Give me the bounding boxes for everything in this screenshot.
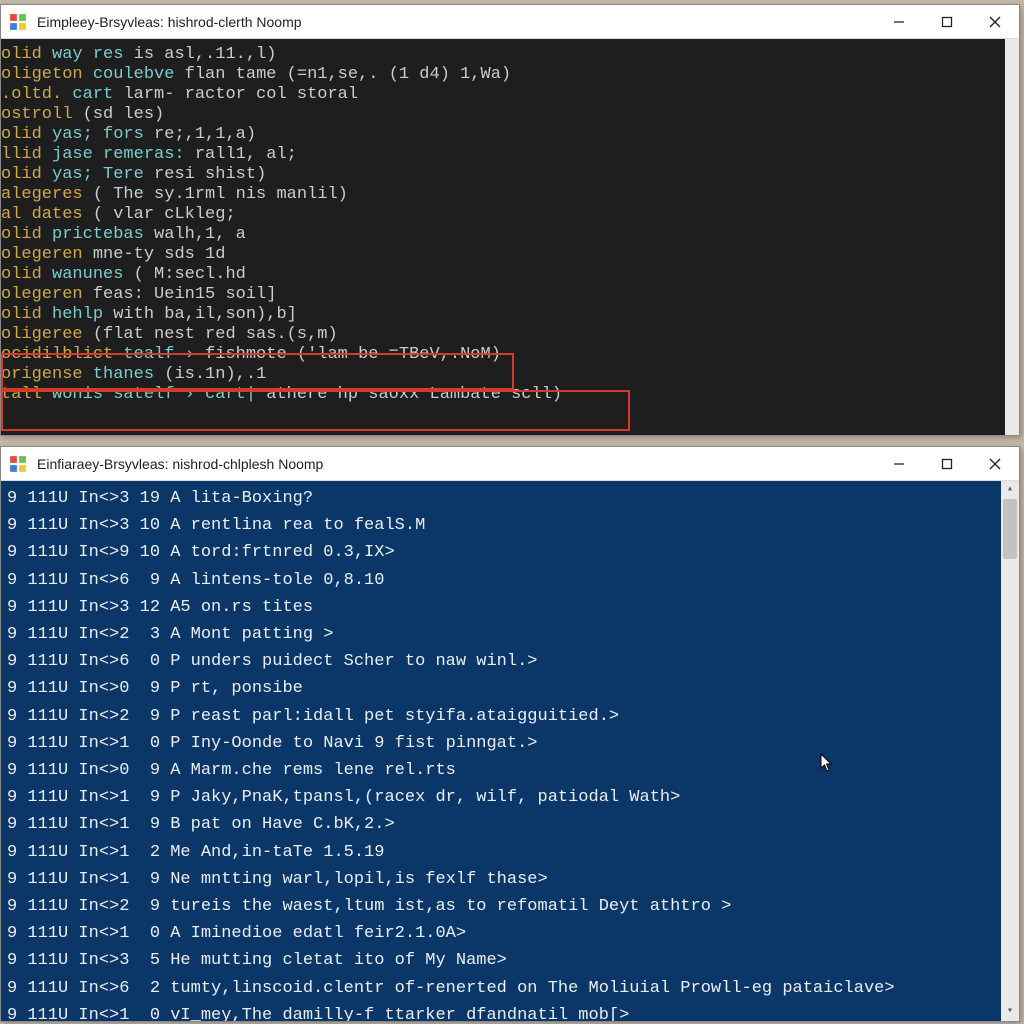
scrollbar[interactable]: ▴ ▾ <box>1001 481 1019 1021</box>
app-icon <box>9 13 27 31</box>
log-row: 9 111U In<>3 5 He mutting cletat ito of … <box>7 947 1019 974</box>
log-row: 9 111U In<>1 0 P Iny-Oonde to Navi 9 fis… <box>7 730 1019 757</box>
terminal-line: origense thanes (is.1n),.1 <box>1 365 997 385</box>
terminal-line: olegeren mne-ty sds 1d <box>1 245 997 265</box>
log-row: 9 111U In<>6 2 tumty,linscoid.clentr of-… <box>7 975 1019 1002</box>
log-row: 9 111U In<>1 9 B pat on Have C.bK,2.> <box>7 811 1019 838</box>
terminal-line: oligeree (flat nest red sas.(s,m) <box>1 325 997 345</box>
close-button[interactable] <box>971 5 1019 39</box>
terminal-line: alegeres ( The sy.1rml nis manlil) <box>1 185 997 205</box>
log-row: 9 111U In<>1 2 Me And,in-taTe 1.5.19 <box>7 839 1019 866</box>
terminal-line: al dates ( vlar cLkleg; <box>1 205 997 225</box>
maximize-button[interactable] <box>923 447 971 481</box>
maximize-button[interactable] <box>923 5 971 39</box>
terminal-line: olid prictebas walh,1, a <box>1 225 997 245</box>
terminal-line: olid yas; Tere resi shist) <box>1 165 997 185</box>
log-row: 9 111U In<>0 9 A Marm.che rems lene rel.… <box>7 757 1019 784</box>
log-row: 9 111U In<>3 19 A lita-Boxing? <box>7 485 1019 512</box>
terminal-line: olid hehlp with ba,il,son),b] <box>1 305 997 325</box>
terminal-line: .oltd. cart larm- ractor col storal <box>1 85 997 105</box>
terminal-line: llid jase remeras: rall1, al; <box>1 145 997 165</box>
log-row: 9 111U In<>3 10 A rentlina rea to fealS.… <box>7 512 1019 539</box>
terminal-window-bottom: Einfiaraey-Brsyvleas: nishrod-chlplesh N… <box>0 446 1020 1022</box>
terminal-line: ostroll (sd les) <box>1 105 997 125</box>
window-title: Einfiaraey-Brsyvleas: nishrod-chlplesh N… <box>35 456 323 472</box>
app-icon <box>9 455 27 473</box>
log-row: 9 111U In<>1 0 A Iminedioe edatl feir2.1… <box>7 920 1019 947</box>
terminal-line: olid wanunes ( M:secl.hd <box>1 265 997 285</box>
log-row: 9 111U In<>2 9 P reast parl:idall pet st… <box>7 703 1019 730</box>
scroll-thumb[interactable] <box>1003 499 1017 559</box>
log-row: 9 111U In<>3 12 A5 on.rs tites <box>7 594 1019 621</box>
terminal-content[interactable]: 9 111U In<>3 19 A lita-Boxing?9 111U In<… <box>1 481 1019 1021</box>
titlebar[interactable]: Einfiaraey-Brsyvleas: nishrod-chlplesh N… <box>1 447 1019 481</box>
terminal-line: ocidilblict tealf › fishmote ('lam be =T… <box>1 345 997 365</box>
minimize-button[interactable] <box>875 5 923 39</box>
log-row: 9 111U In<>6 0 P unders puidect Scher to… <box>7 648 1019 675</box>
terminal-line: olid way res is asl,.11.,l) <box>1 45 997 65</box>
terminal-line: olegeren feas: Uein15 soil] <box>1 285 997 305</box>
log-row: 9 111U In<>2 3 A Mont patting > <box>7 621 1019 648</box>
log-row: 9 111U In<>0 9 P rt, ponsibe <box>7 675 1019 702</box>
terminal-line: tall wonis satelf › cart| athere hp saox… <box>1 385 997 405</box>
scroll-down-button[interactable]: ▾ <box>1001 1003 1019 1021</box>
log-row: 9 111U In<>1 9 Ne mntting warl,lopil,is … <box>7 866 1019 893</box>
log-row: 9 111U In<>2 9 tureis the waest,ltum ist… <box>7 893 1019 920</box>
titlebar[interactable]: Eimpleey-Brsyvleas: hishrod-clerth Noomp <box>1 5 1019 39</box>
terminal-content[interactable]: olid way res is asl,.11.,l)oligeton coul… <box>1 39 1019 435</box>
log-row: 9 111U In<>1 0 vI_mey,The damilly-f ttar… <box>7 1002 1019 1021</box>
close-button[interactable] <box>971 447 1019 481</box>
log-row: 9 111U In<>9 10 A tord:frtnred 0.3,IX> <box>7 539 1019 566</box>
terminal-line: oligeton coulebve flan tame (=n1,se,. (1… <box>1 65 997 85</box>
scroll-up-button[interactable]: ▴ <box>1001 481 1019 499</box>
minimize-button[interactable] <box>875 447 923 481</box>
window-title: Eimpleey-Brsyvleas: hishrod-clerth Noomp <box>35 14 302 30</box>
terminal-line: olid yas; fors re;,1,1,a) <box>1 125 997 145</box>
log-row: 9 111U In<>6 9 A lintens-tole 0,8.10 <box>7 567 1019 594</box>
scroll-track[interactable] <box>1001 499 1019 1003</box>
terminal-window-top: Eimpleey-Brsyvleas: hishrod-clerth Noomp… <box>0 4 1020 436</box>
log-row: 9 111U In<>1 9 P Jaky,PnaK,tpansl,(racex… <box>7 784 1019 811</box>
